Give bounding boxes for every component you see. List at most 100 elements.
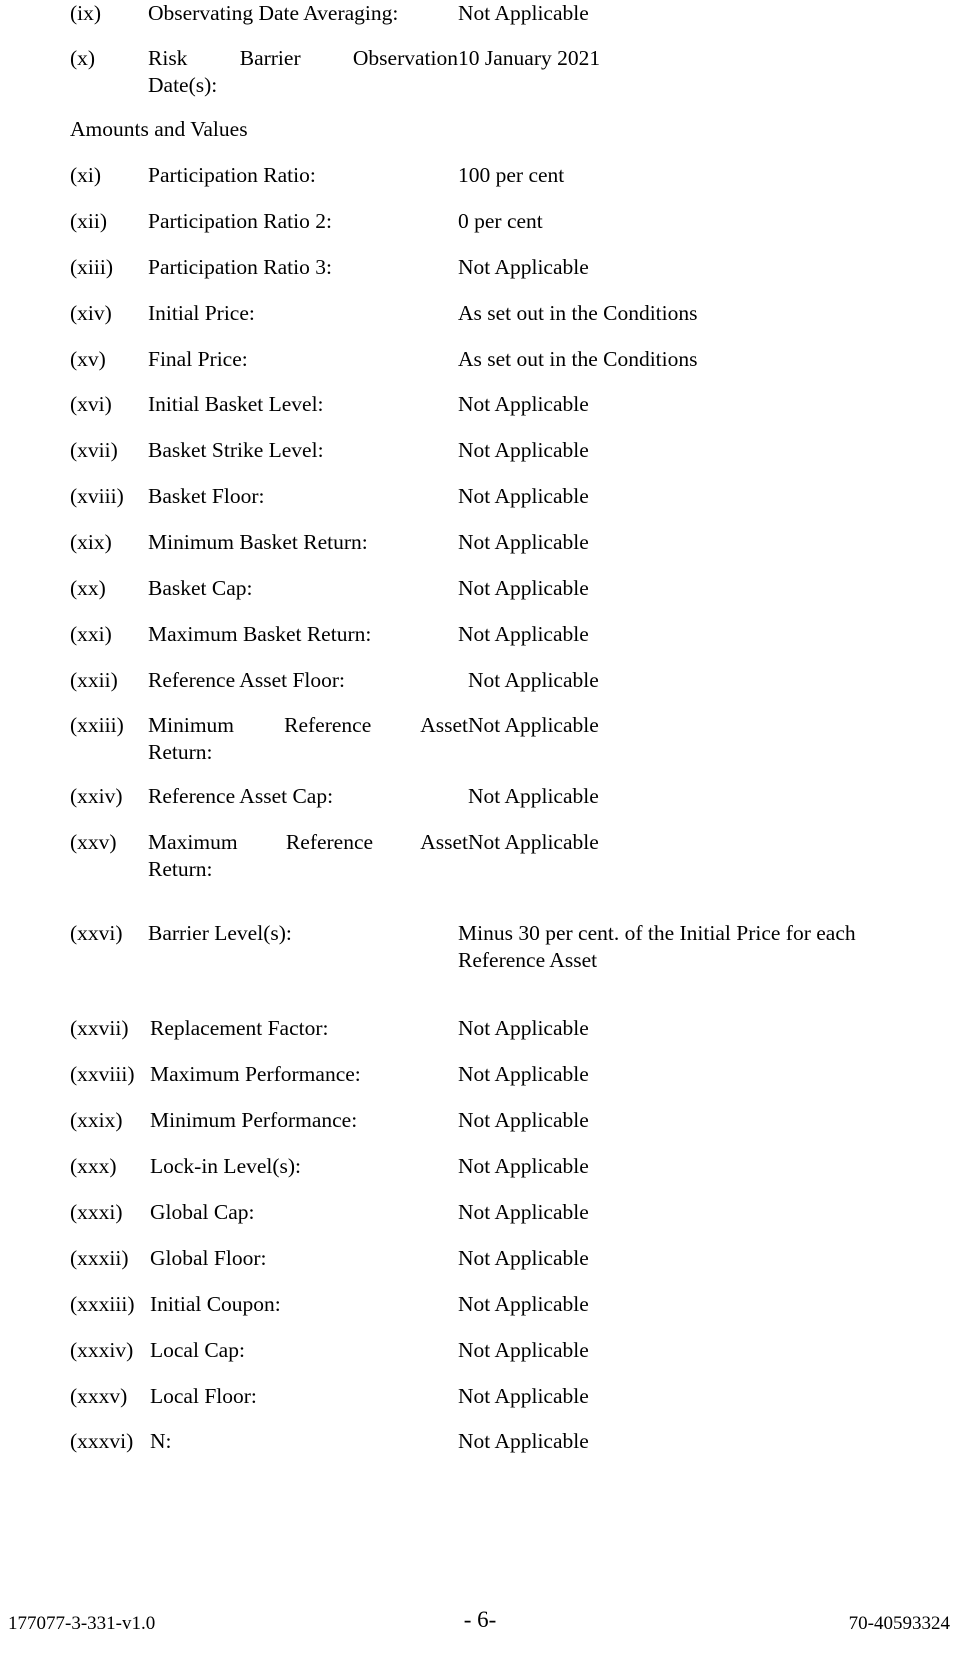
term-label: Initial Basket Level: — [148, 392, 324, 416]
term-row: (xiii) Participation Ratio 3: Not Applic… — [70, 254, 589, 281]
term-label-line: Date(s): — [148, 73, 218, 97]
term-row: (xxxiii) Initial Coupon: Not Applicable — [70, 1291, 589, 1318]
term-value: Not Applicable — [458, 530, 589, 554]
term-value: Not Applicable — [458, 484, 589, 508]
term-numeral: (xxviii) — [70, 1062, 135, 1086]
term-value: Minus 30 per cent. of the Initial Price … — [458, 920, 858, 974]
term-row: (xvi) Initial Basket Level: Not Applicab… — [70, 391, 589, 418]
term-value: Not Applicable — [458, 1384, 589, 1408]
term-row: (xxxv) Local Floor: Not Applicable — [70, 1383, 589, 1410]
term-row: (xxxiv) Local Cap: Not Applicable — [70, 1337, 589, 1364]
term-numeral: (xxix) — [70, 1108, 123, 1132]
term-label: Barrier Level(s): — [148, 921, 292, 945]
term-label: Basket Strike Level: — [148, 438, 324, 462]
term-value: Not Applicable — [458, 1108, 589, 1132]
term-numeral: (xxxv) — [70, 1384, 128, 1408]
term-row: (xxxi) Global Cap: Not Applicable — [70, 1199, 589, 1226]
term-numeral: (xxii) — [70, 668, 118, 692]
term-numeral: (xxvi) — [70, 921, 123, 945]
term-numeral: (xxxi) — [70, 1200, 123, 1224]
term-row: (xiv) Initial Price: As set out in the C… — [70, 300, 698, 327]
term-value: Not Applicable — [458, 576, 589, 600]
term-row: (x) Risk Barrier Observation Date(s): 10… — [70, 45, 600, 99]
term-label: Local Floor: — [150, 1384, 257, 1408]
term-label: Initial Price: — [148, 301, 255, 325]
term-numeral: (xxiv) — [70, 784, 123, 808]
term-row: (xxv) Maximum Reference Asset Return: No… — [70, 829, 599, 883]
term-numeral: (xix) — [70, 530, 112, 554]
term-label: Minimum Basket Return: — [148, 530, 368, 554]
term-label: Maximum Performance: — [150, 1062, 361, 1086]
term-label: Risk Barrier Observation Date(s): — [148, 45, 458, 99]
term-value: Not Applicable — [458, 1, 589, 25]
term-label: Basket Cap: — [148, 576, 253, 600]
term-value-line: Reference Asset — [458, 948, 598, 972]
term-value: 10 January 2021 — [458, 46, 601, 70]
term-label-line: Risk Barrier Observation — [148, 46, 458, 70]
term-label: Maximum Reference Asset Return: — [148, 829, 468, 883]
term-label: Minimum Reference Asset Return: — [148, 712, 468, 766]
term-label: Minimum Performance: — [150, 1108, 358, 1132]
term-label: Initial Coupon: — [150, 1292, 281, 1316]
term-value: 0 per cent — [458, 209, 543, 233]
term-label: Lock-in Level(s): — [150, 1154, 302, 1178]
term-numeral: (xxxvi) — [70, 1429, 134, 1453]
document-page: (ix) Observating Date Averaging: Not App… — [0, 0, 960, 1656]
term-numeral: (xxiii) — [70, 713, 124, 737]
term-numeral: (xxx) — [70, 1154, 117, 1178]
term-row: (xix) Minimum Basket Return: Not Applica… — [70, 529, 589, 556]
term-value: Not Applicable — [468, 713, 599, 737]
term-numeral: (xxxii) — [70, 1246, 129, 1270]
term-numeral: (xvi) — [70, 392, 112, 416]
term-row: (xxiv) Reference Asset Cap: Not Applicab… — [70, 783, 599, 810]
term-row: (xxix) Minimum Performance: Not Applicab… — [70, 1107, 589, 1134]
term-numeral: (x) — [70, 46, 96, 70]
term-value: Not Applicable — [458, 438, 589, 462]
term-row: (xxxii) Global Floor: Not Applicable — [70, 1245, 589, 1272]
term-numeral: (xiv) — [70, 301, 112, 325]
term-row: (xi) Participation Ratio: 100 per cent — [70, 162, 564, 189]
term-row: (xx) Basket Cap: Not Applicable — [70, 575, 589, 602]
term-value: As set out in the Conditions — [458, 301, 698, 325]
term-row: (ix) Observating Date Averaging: Not App… — [70, 0, 589, 27]
term-value: Not Applicable — [468, 668, 599, 692]
term-label: Observating Date Averaging: — [148, 1, 399, 25]
term-value: Not Applicable — [458, 1338, 589, 1362]
term-label: Reference Asset Cap: — [148, 784, 334, 808]
term-numeral: (xxi) — [70, 622, 112, 646]
term-value: 100 per cent — [458, 163, 565, 187]
term-numeral: (xii) — [70, 209, 108, 233]
term-value: Not Applicable — [458, 255, 589, 279]
term-numeral: (xxv) — [70, 830, 117, 854]
term-numeral: (xxxiv) — [70, 1338, 134, 1362]
term-row: (xxx) Lock-in Level(s): Not Applicable — [70, 1153, 589, 1180]
term-row: (xxvii) Replacement Factor: Not Applicab… — [70, 1015, 589, 1042]
term-value: Not Applicable — [458, 1016, 589, 1040]
term-row: (xxviii) Maximum Performance: Not Applic… — [70, 1061, 589, 1088]
term-numeral: (xiii) — [70, 255, 113, 279]
term-label: Global Cap: — [150, 1200, 255, 1224]
term-row: (xviii) Basket Floor: Not Applicable — [70, 483, 589, 510]
term-label-line: Minimum Reference Asset — [148, 713, 468, 737]
term-row: (xxii) Reference Asset Floor: Not Applic… — [70, 667, 599, 694]
term-label: N: — [150, 1429, 172, 1453]
term-label-line: Return: — [148, 740, 213, 764]
term-label: Participation Ratio 2: — [148, 209, 332, 233]
term-row: (xii) Participation Ratio 2: 0 per cent — [70, 208, 543, 235]
term-label: Global Floor: — [150, 1246, 267, 1270]
term-value: As set out in the Conditions — [458, 347, 698, 371]
term-label: Maximum Basket Return: — [148, 622, 372, 646]
term-label: Local Cap: — [150, 1338, 245, 1362]
footer-page-number: - 6- — [463, 1607, 497, 1632]
term-label: Basket Floor: — [148, 484, 265, 508]
term-row: (xxiii) Minimum Reference Asset Return: … — [70, 712, 599, 766]
term-value: Not Applicable — [458, 1246, 589, 1270]
term-label-line: Maximum Reference Asset — [148, 830, 468, 854]
term-label: Reference Asset Floor: — [148, 668, 346, 692]
term-value: Not Applicable — [458, 1292, 589, 1316]
term-label: Participation Ratio 3: — [148, 255, 332, 279]
term-row: (xxxvi) N: Not Applicable — [70, 1428, 589, 1455]
term-label: Final Price: — [148, 347, 248, 371]
term-label: Participation Ratio: — [148, 163, 316, 187]
term-label-line: Return: — [148, 857, 213, 881]
